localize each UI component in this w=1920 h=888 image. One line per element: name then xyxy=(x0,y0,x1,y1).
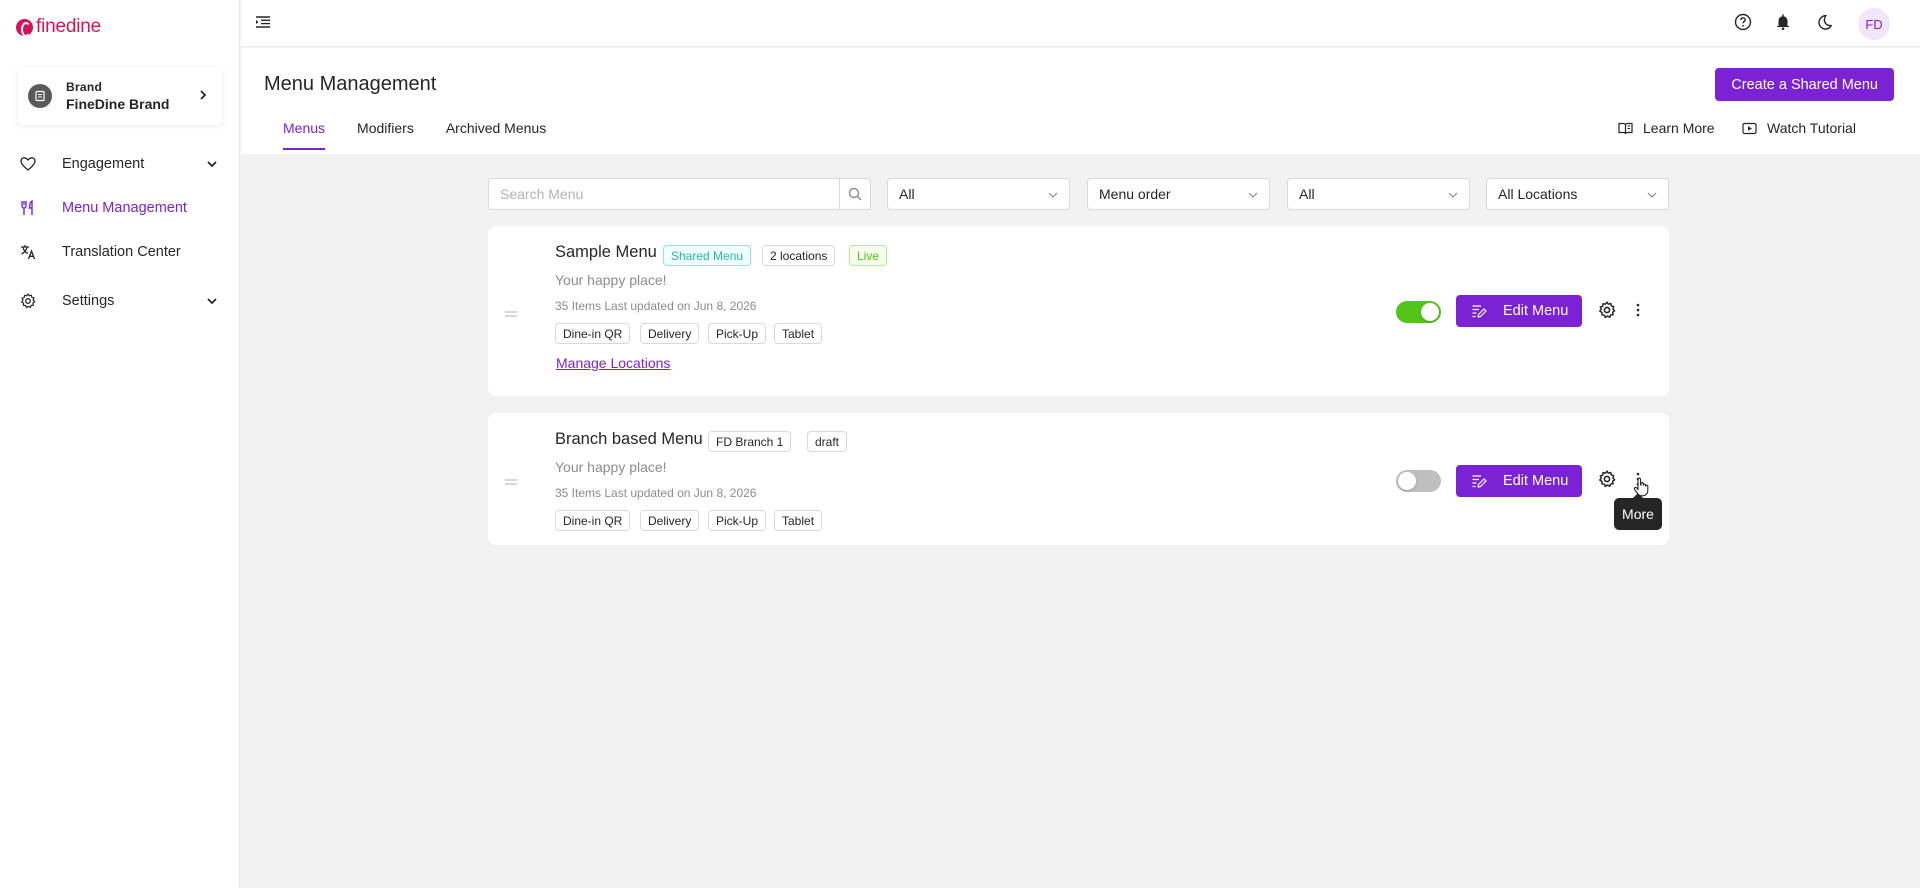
chevron-down-icon xyxy=(1248,192,1258,198)
menu-title: Sample Menu xyxy=(555,243,657,261)
book-icon xyxy=(1618,122,1633,134)
locations-select[interactable]: All Locations xyxy=(1486,178,1669,210)
edit-icon xyxy=(1472,475,1487,488)
utensils-icon xyxy=(20,200,36,216)
menu-meta: 35 Items Last updated on Jun 8, 2026 xyxy=(555,486,757,500)
channel-tag: Delivery xyxy=(640,323,700,344)
menu-description: Your happy place! xyxy=(555,459,667,475)
chevron-down-icon xyxy=(1647,192,1657,198)
sidebar-item-label: Menu Management xyxy=(62,200,187,216)
chevron-right-icon xyxy=(200,90,207,100)
drag-handle-icon[interactable] xyxy=(505,311,517,317)
edit-menu-button[interactable]: Edit Menu xyxy=(1456,465,1582,497)
channel-tag: Delivery xyxy=(640,510,700,531)
edit-icon xyxy=(1472,305,1487,318)
translate-icon xyxy=(20,244,36,260)
search-icon xyxy=(848,187,862,201)
drag-handle-icon[interactable] xyxy=(505,479,517,485)
status-badge: draft xyxy=(807,431,848,452)
edit-menu-label: Edit Menu xyxy=(1503,473,1569,489)
type-select[interactable]: All xyxy=(1287,178,1470,210)
logo-text: finedine xyxy=(36,16,101,37)
status-select-value: All xyxy=(899,186,915,202)
brand-label: Brand xyxy=(66,80,103,94)
chevron-down-icon xyxy=(207,161,217,168)
logo-mark-icon xyxy=(16,18,33,37)
menu-toggle-icon[interactable] xyxy=(255,14,271,30)
more-tooltip: More xyxy=(1614,493,1662,530)
status-select[interactable]: All xyxy=(887,178,1070,210)
toggle-knob xyxy=(1421,303,1439,321)
tab-archived-menus[interactable]: Archived Menus xyxy=(446,120,546,150)
watch-tutorial-label: Watch Tutorial xyxy=(1767,120,1856,136)
sidebar-item-engagement[interactable]: Engagement xyxy=(0,147,240,181)
channel-tag: Dine-in QR xyxy=(555,323,631,344)
store-icon xyxy=(28,84,52,108)
edit-menu-button[interactable]: Edit Menu xyxy=(1456,295,1582,327)
search-input[interactable] xyxy=(489,179,839,209)
channel-tag: Tablet xyxy=(774,323,823,344)
sidebar-item-label: Translation Center xyxy=(62,244,181,260)
edit-menu-label: Edit Menu xyxy=(1503,303,1569,319)
menu-active-toggle[interactable] xyxy=(1396,470,1441,492)
search-box xyxy=(488,178,871,210)
heart-icon xyxy=(20,156,36,172)
menu-title: Branch based Menu xyxy=(555,430,703,448)
menu-card: Branch based Menu FD Branch 1 draft Your… xyxy=(488,413,1669,545)
menu-description: Your happy place! xyxy=(555,272,667,288)
bell-icon[interactable] xyxy=(1774,13,1792,31)
sidebar-item-label: Settings xyxy=(62,293,115,309)
finedine-logo[interactable]: finedine xyxy=(16,16,101,38)
channel-tag: Pick-Up xyxy=(708,510,767,531)
menu-card: Sample Menu Shared Menu 2 locations Live… xyxy=(488,226,1669,396)
sidebar-item-menu-management[interactable]: Menu Management xyxy=(0,191,240,225)
page-header: Menu Management Create a Shared Menu Men… xyxy=(241,48,1920,154)
video-icon xyxy=(1742,122,1757,134)
watch-tutorial-link[interactable]: Watch Tutorial xyxy=(1742,120,1856,136)
tab-bar: Menus Modifiers Archived Menus xyxy=(283,120,546,150)
chevron-down-icon xyxy=(207,298,217,305)
gear-icon[interactable] xyxy=(1598,470,1616,488)
menu-active-toggle[interactable] xyxy=(1396,301,1441,323)
channel-tag: Dine-in QR xyxy=(555,510,631,531)
channel-tag: Pick-Up xyxy=(708,323,767,344)
tab-menus[interactable]: Menus xyxy=(283,120,326,150)
chevron-down-icon xyxy=(1448,192,1458,198)
gear-icon xyxy=(20,293,36,309)
brand-name: FineDine Brand xyxy=(66,96,170,112)
page-title: Menu Management xyxy=(264,73,437,95)
toggle-knob xyxy=(1398,472,1416,490)
create-shared-menu-button[interactable]: Create a Shared Menu xyxy=(1715,68,1894,101)
order-select[interactable]: Menu order xyxy=(1087,178,1270,210)
sidebar-item-settings[interactable]: Settings xyxy=(0,284,240,318)
order-select-value: Menu order xyxy=(1099,186,1171,202)
status-badge: Live xyxy=(849,245,888,266)
sidebar: finedine Brand FineDine Brand Engagement… xyxy=(0,0,240,888)
menu-meta: 35 Items Last updated on Jun 8, 2026 xyxy=(555,299,757,313)
learn-more-label: Learn More xyxy=(1643,120,1715,136)
manage-locations-link[interactable]: Manage Locations xyxy=(556,355,670,371)
locations-select-value: All Locations xyxy=(1498,186,1578,202)
search-button[interactable] xyxy=(839,179,870,209)
branch-tag: FD Branch 1 xyxy=(708,431,792,452)
gear-icon[interactable] xyxy=(1598,301,1616,319)
sidebar-item-label: Engagement xyxy=(62,156,145,172)
type-select-value: All xyxy=(1299,186,1315,202)
shared-menu-tag: Shared Menu xyxy=(663,245,752,266)
sidebar-item-translation-center[interactable]: Translation Center xyxy=(0,235,240,269)
moon-icon[interactable] xyxy=(1815,13,1833,31)
hand-cursor-icon xyxy=(1633,477,1649,497)
more-options-icon[interactable] xyxy=(1631,301,1645,319)
tab-modifiers[interactable]: Modifiers xyxy=(357,120,414,150)
brand-selector[interactable]: Brand FineDine Brand xyxy=(17,67,223,125)
help-icon[interactable] xyxy=(1734,13,1752,31)
learn-more-link[interactable]: Learn More xyxy=(1618,120,1715,136)
channel-tag: Tablet xyxy=(774,510,823,531)
chevron-down-icon xyxy=(1048,192,1058,198)
avatar[interactable]: FD xyxy=(1858,8,1890,40)
locations-count-tag: 2 locations xyxy=(762,245,836,266)
top-bar: FD xyxy=(241,0,1920,47)
